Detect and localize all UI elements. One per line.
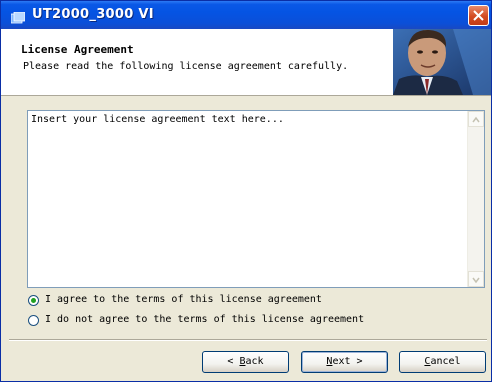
back-label: ack: [245, 356, 264, 367]
back-button[interactable]: < Back: [202, 351, 289, 373]
close-button[interactable]: [468, 5, 489, 26]
window-title: UT2000_3000 VI: [32, 7, 154, 22]
banner-image: [393, 29, 491, 95]
disagree-radio[interactable]: [28, 315, 39, 326]
title-bar[interactable]: UT2000_3000 VI: [1, 1, 491, 29]
cancel-label: ancel: [430, 356, 461, 367]
next-arrow: >: [350, 356, 363, 367]
back-arrow: <: [227, 356, 240, 367]
next-button[interactable]: Next >: [301, 351, 388, 373]
license-text: Insert your license agreement text here.…: [31, 114, 284, 125]
installer-icon: [10, 9, 26, 24]
scroll-up-button[interactable]: [468, 111, 484, 127]
footer-divider: [9, 339, 487, 341]
agree-radio[interactable]: [28, 295, 39, 306]
disagree-label[interactable]: I do not agree to the terms of this lice…: [45, 314, 364, 325]
cancel-button[interactable]: Cancel: [399, 351, 486, 373]
license-text-area[interactable]: Insert your license agreement text here.…: [27, 110, 485, 288]
close-icon: [473, 10, 484, 21]
next-label: ext: [332, 356, 351, 367]
agree-label[interactable]: I agree to the terms of this license agr…: [45, 294, 322, 305]
installer-dialog: UT2000_3000 VI License Agreement Please …: [0, 0, 492, 382]
dialog-header: License Agreement Please read the follow…: [1, 29, 491, 96]
chevron-up-icon: [472, 116, 480, 123]
license-scrollbar[interactable]: [467, 111, 484, 287]
chevron-down-icon: [472, 277, 480, 284]
radio-selected-dot: [31, 298, 36, 303]
header-subtitle: Please read the following license agreem…: [23, 61, 349, 72]
header-title: License Agreement: [21, 43, 134, 56]
scroll-down-button[interactable]: [468, 271, 484, 287]
